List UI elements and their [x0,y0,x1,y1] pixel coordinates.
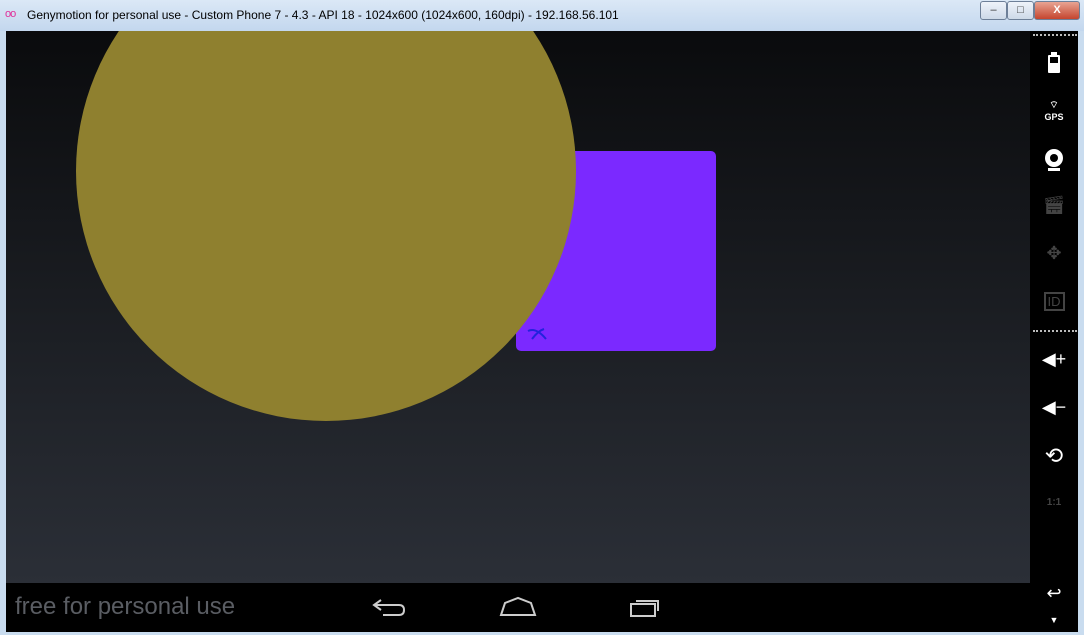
genymotion-toolbar: ⌔ GPS 🎬︎ ✥ ID ◀+ ◀− ⟲ 1:1 ↩ ▼ [1030,31,1078,632]
gps-icon[interactable]: ⌔ GPS [1030,99,1078,122]
volume-down-icon[interactable]: ◀− [1030,397,1078,418]
capture-icon[interactable]: 🎬︎ [1030,195,1078,216]
recent-apps-icon[interactable] [628,595,664,619]
genymotion-logo-icon: oo [5,8,16,20]
webcam-icon[interactable] [1030,147,1078,178]
android-nav-bar: free for personal use [6,583,1030,632]
back-icon[interactable] [371,595,407,619]
minimize-button[interactable]: ‒ [980,1,1007,20]
watermark-text: free for personal use [15,593,236,620]
expand-down-icon[interactable]: ▼ [1030,615,1078,625]
title-bar: oo Genymotion for personal use - Custom … [0,0,1084,31]
volume-up-icon[interactable]: ◀+ [1030,349,1078,370]
rotate-icon[interactable]: ⟲ [1030,443,1078,469]
window-border [1078,31,1084,635]
device-id-icon[interactable]: ID [1030,290,1078,311]
divider [1033,34,1077,36]
back-icon[interactable]: ↩ [1030,583,1078,604]
home-icon[interactable] [499,595,537,619]
window-title: Genymotion for personal use - Custom Pho… [27,8,619,22]
olive-circle[interactable] [76,31,576,421]
maximize-button[interactable]: □ [1007,1,1034,20]
device-screen[interactable] [6,31,1030,583]
close-button[interactable]: X [1034,1,1080,20]
divider [1033,330,1077,332]
dpad-icon[interactable]: ✥ [1030,243,1078,264]
pixel-perfect-icon[interactable]: 1:1 [1030,497,1078,508]
ratio-label: 1:1 [1046,497,1062,508]
touch-mark-icon [527,328,547,340]
gps-label: GPS [1044,112,1064,122]
battery-icon[interactable] [1030,52,1078,79]
id-label: ID [1043,292,1065,311]
